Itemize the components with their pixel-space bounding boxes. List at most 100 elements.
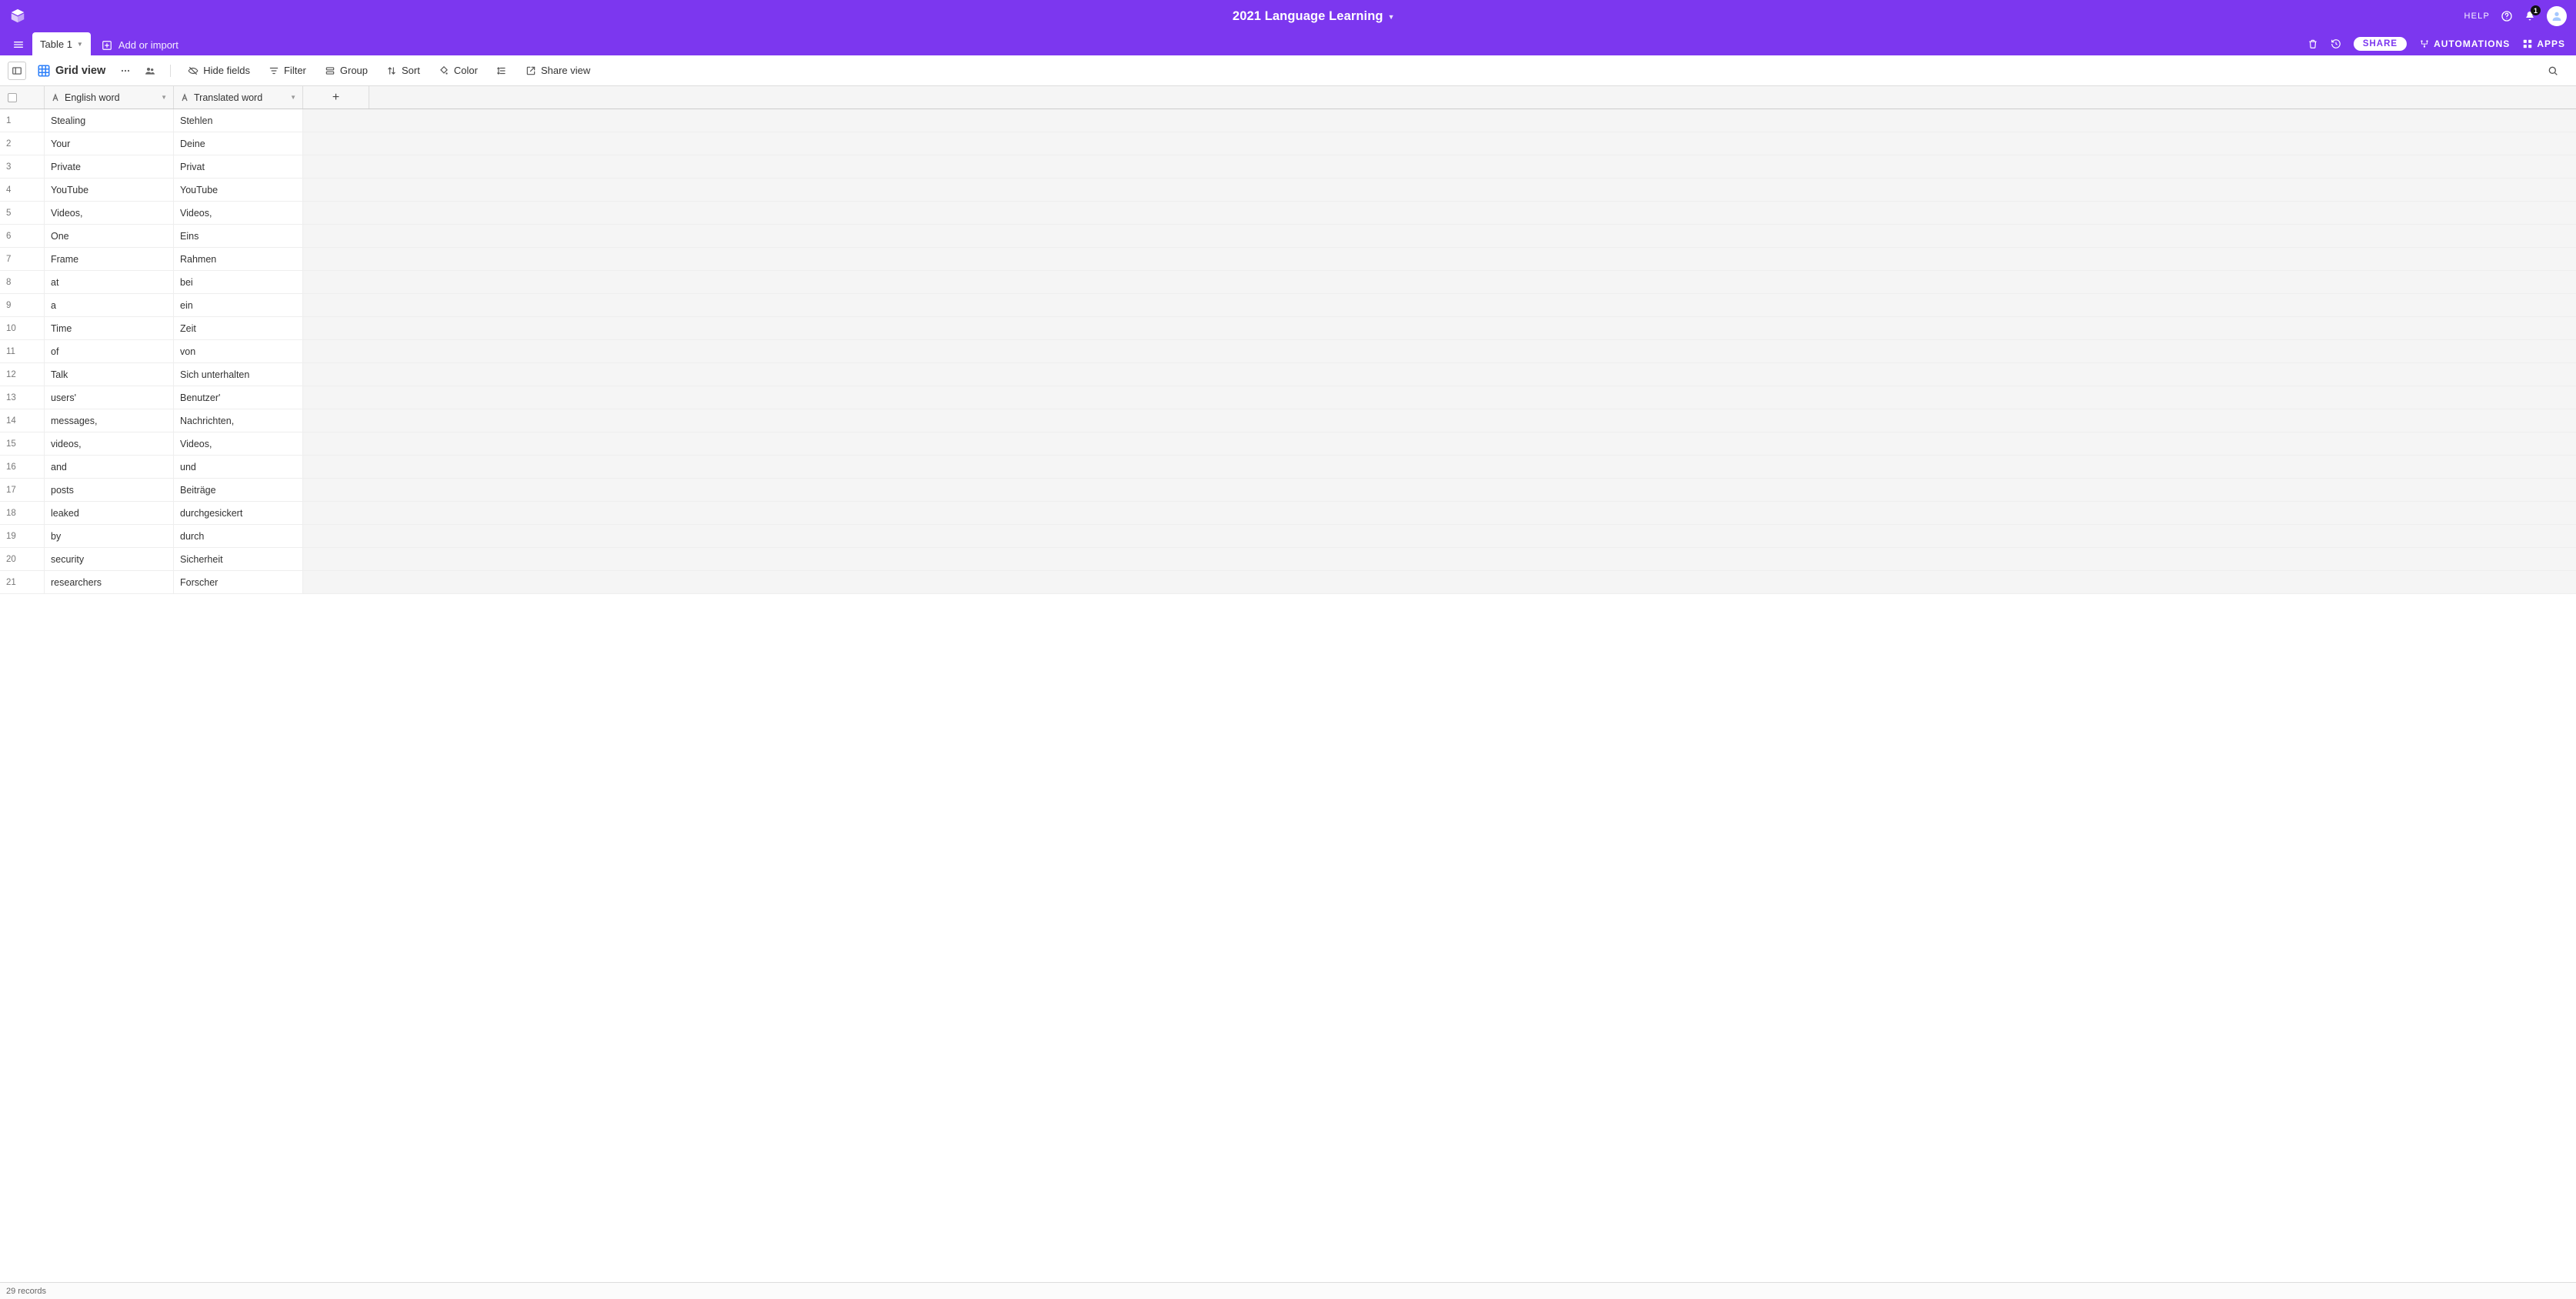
automations-button[interactable]: AUTOMATIONS — [2419, 38, 2510, 49]
cell-translated-word[interactable]: Videos, — [174, 202, 303, 224]
row-number-cell[interactable]: 20 — [0, 548, 45, 570]
cell-english-word[interactable]: posts — [45, 479, 174, 501]
group-button[interactable]: Group — [319, 62, 374, 79]
table-row[interactable]: 19bydurch — [0, 525, 2576, 548]
cell-translated-word[interactable]: durch — [174, 525, 303, 547]
row-number-cell[interactable]: 12 — [0, 363, 45, 386]
history-icon[interactable] — [2331, 38, 2341, 49]
view-sidebar-toggle[interactable] — [8, 62, 26, 80]
table-row[interactable]: 2YourDeine — [0, 132, 2576, 155]
cell-english-word[interactable]: users' — [45, 386, 174, 409]
cell-english-word[interactable]: researchers — [45, 571, 174, 593]
row-number-cell[interactable]: 19 — [0, 525, 45, 547]
cell-english-word[interactable]: messages, — [45, 409, 174, 432]
cell-translated-word[interactable]: Videos, — [174, 432, 303, 455]
share-button[interactable]: SHARE — [2354, 37, 2407, 51]
cell-english-word[interactable]: One — [45, 225, 174, 247]
help-label[interactable]: HELP — [2464, 12, 2490, 21]
search-icon[interactable] — [2547, 65, 2559, 77]
table-row[interactable]: 11ofvon — [0, 340, 2576, 363]
row-number-cell[interactable]: 13 — [0, 386, 45, 409]
add-or-import-button[interactable]: Add or import — [102, 39, 179, 51]
cell-english-word[interactable]: Videos, — [45, 202, 174, 224]
cell-translated-word[interactable]: bei — [174, 271, 303, 293]
row-number-cell[interactable]: 6 — [0, 225, 45, 247]
cell-english-word[interactable]: videos, — [45, 432, 174, 455]
cell-english-word[interactable]: Frame — [45, 248, 174, 270]
cell-english-word[interactable]: by — [45, 525, 174, 547]
trash-icon[interactable] — [2307, 38, 2318, 49]
view-switcher[interactable]: Grid view — [32, 61, 110, 81]
table-row[interactable]: 12TalkSich unterhalten — [0, 363, 2576, 386]
table-row[interactable]: 1StealingStehlen — [0, 109, 2576, 132]
cell-translated-word[interactable]: Privat — [174, 155, 303, 178]
cell-translated-word[interactable]: von — [174, 340, 303, 362]
cell-english-word[interactable]: Talk — [45, 363, 174, 386]
row-number-cell[interactable]: 10 — [0, 317, 45, 339]
row-number-cell[interactable]: 5 — [0, 202, 45, 224]
table-row[interactable]: 10TimeZeit — [0, 317, 2576, 340]
apps-button[interactable]: APPS — [2522, 38, 2565, 49]
column-menu-caret-icon[interactable]: ▼ — [290, 94, 296, 101]
color-button[interactable]: Color — [432, 62, 484, 79]
tab-table-1[interactable]: Table 1 ▼ — [32, 32, 91, 55]
collaborators-icon[interactable] — [141, 62, 159, 80]
base-title[interactable]: 2021 Language Learning — [1233, 9, 1383, 24]
cell-english-word[interactable]: and — [45, 456, 174, 478]
cell-translated-word[interactable]: Beiträge — [174, 479, 303, 501]
cell-translated-word[interactable]: Nachrichten, — [174, 409, 303, 432]
cell-english-word[interactable]: leaked — [45, 502, 174, 524]
sort-button[interactable]: Sort — [380, 62, 426, 79]
table-row[interactable]: 14messages,Nachrichten, — [0, 409, 2576, 432]
table-row[interactable]: 13users'Benutzer' — [0, 386, 2576, 409]
cell-translated-word[interactable]: ein — [174, 294, 303, 316]
cell-translated-word[interactable]: Deine — [174, 132, 303, 155]
cell-translated-word[interactable]: Benutzer' — [174, 386, 303, 409]
cell-english-word[interactable]: a — [45, 294, 174, 316]
cell-english-word[interactable]: security — [45, 548, 174, 570]
row-number-cell[interactable]: 7 — [0, 248, 45, 270]
table-row[interactable]: 18leakeddurchgesickert — [0, 502, 2576, 525]
cell-translated-word[interactable]: und — [174, 456, 303, 478]
column-menu-caret-icon[interactable]: ▼ — [161, 94, 167, 101]
row-number-cell[interactable]: 17 — [0, 479, 45, 501]
row-number-cell[interactable]: 4 — [0, 179, 45, 201]
table-row[interactable]: 21researchersForscher — [0, 571, 2576, 594]
cell-english-word[interactable]: Your — [45, 132, 174, 155]
row-number-cell[interactable]: 9 — [0, 294, 45, 316]
select-all-checkbox[interactable] — [8, 93, 17, 102]
add-column-button[interactable]: + — [303, 86, 369, 109]
table-row[interactable]: 3PrivatePrivat — [0, 155, 2576, 179]
table-row[interactable]: 15videos,Videos, — [0, 432, 2576, 456]
cell-translated-word[interactable]: Eins — [174, 225, 303, 247]
base-title-caret-icon[interactable]: ▼ — [1388, 13, 1395, 21]
cell-english-word[interactable]: of — [45, 340, 174, 362]
cell-english-word[interactable]: YouTube — [45, 179, 174, 201]
cell-translated-word[interactable]: Rahmen — [174, 248, 303, 270]
table-row[interactable]: 17postsBeiträge — [0, 479, 2576, 502]
cell-translated-word[interactable]: Sich unterhalten — [174, 363, 303, 386]
avatar[interactable] — [2547, 6, 2567, 26]
row-number-cell[interactable]: 18 — [0, 502, 45, 524]
row-number-cell[interactable]: 11 — [0, 340, 45, 362]
cell-english-word[interactable]: at — [45, 271, 174, 293]
row-number-cell[interactable]: 1 — [0, 109, 45, 132]
tab-caret-icon[interactable]: ▼ — [77, 41, 83, 48]
table-row[interactable]: 9aein — [0, 294, 2576, 317]
table-row[interactable]: 5Videos,Videos, — [0, 202, 2576, 225]
table-row[interactable]: 8atbei — [0, 271, 2576, 294]
cell-translated-word[interactable]: Sicherheit — [174, 548, 303, 570]
row-number-cell[interactable]: 14 — [0, 409, 45, 432]
row-number-cell[interactable]: 3 — [0, 155, 45, 178]
table-row[interactable]: 16andund — [0, 456, 2576, 479]
cell-english-word[interactable]: Private — [45, 155, 174, 178]
hide-fields-button[interactable]: Hide fields — [182, 62, 256, 79]
view-menu-icon[interactable] — [116, 62, 135, 80]
notifications-icon[interactable]: 1 — [2524, 10, 2536, 22]
column-header-translated-word[interactable]: Translated word ▼ — [174, 86, 303, 109]
row-height-button[interactable] — [490, 62, 513, 79]
cell-translated-word[interactable]: Stehlen — [174, 109, 303, 132]
cell-english-word[interactable]: Time — [45, 317, 174, 339]
row-number-cell[interactable]: 21 — [0, 571, 45, 593]
filter-button[interactable]: Filter — [262, 62, 312, 79]
